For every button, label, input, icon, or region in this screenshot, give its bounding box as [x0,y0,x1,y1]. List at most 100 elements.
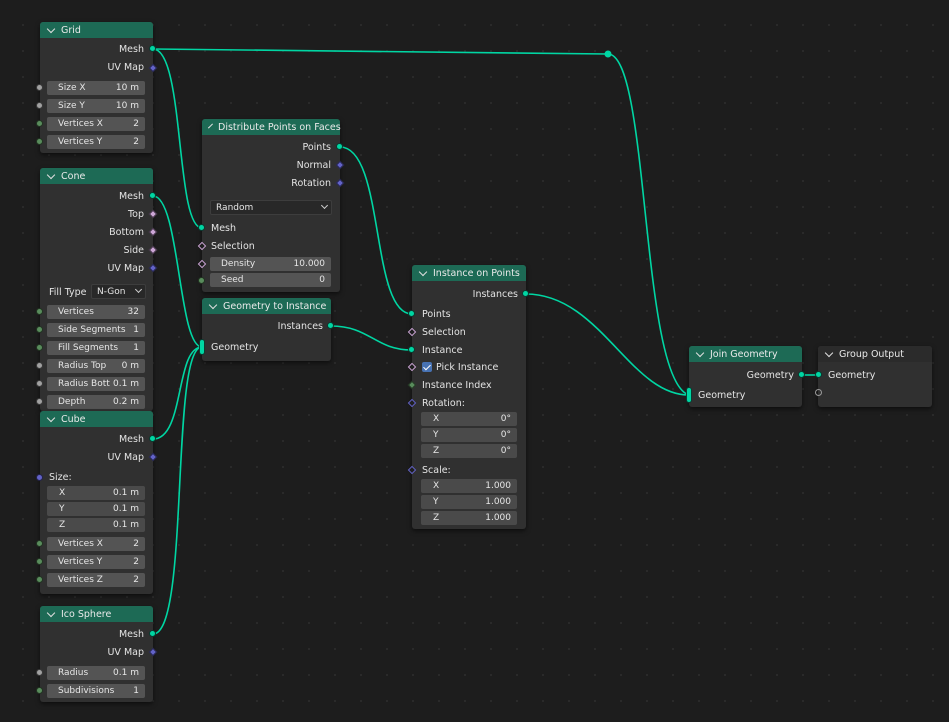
node-header[interactable]: Cube [40,411,153,427]
radius-bottom-field[interactable]: Radius Bott 0.1 m [47,377,145,391]
socket[interactable] [36,102,43,109]
node-cube[interactable]: Cube Mesh UV Map Size: X 0.1 m Y 0.1 m Z 0.… [40,411,153,594]
vertices-x-field[interactable]: Vertices X 2 [47,537,145,551]
socket[interactable] [36,84,43,91]
size-y-field[interactable]: Y 0.1 m [47,502,145,516]
node-header[interactable]: Grid [40,22,153,38]
side-segments-field[interactable]: Side Segments 1 [47,323,145,337]
node-title: Grid [61,24,81,36]
group-output-empty-socket[interactable] [815,389,822,396]
collapse-chevron-icon[interactable] [824,348,834,357]
socket[interactable] [36,120,43,127]
node-header[interactable]: Instance on Points [412,265,526,281]
node-grid[interactable]: Grid Mesh UV Map Size X 10 m Size Y 10 m V… [40,22,153,153]
node-distribute-points[interactable]: Distribute Points on Faces Points Normal… [202,119,341,292]
collapse-chevron-icon[interactable] [208,300,218,309]
density-field[interactable]: Density 10.000 [210,257,331,271]
instance-input-socket[interactable] [408,346,415,353]
fill-segments-field[interactable]: Fill Segments 1 [47,341,145,355]
distribute-mesh-input-socket[interactable] [198,224,205,231]
socket[interactable] [36,540,43,547]
node-header[interactable]: Distribute Points on Faces [202,119,341,135]
vertices-x-field[interactable]: Vertices X 2 [47,117,145,131]
node-ico-sphere[interactable]: Ico Sphere Mesh UV Map Radius 0.1 m Subdi… [40,606,153,702]
node-header[interactable]: Group Output [818,346,932,362]
field-label: Size X [58,83,86,93]
instance-on-points-output-socket[interactable] [522,290,529,297]
node-join-geometry[interactable]: Join Geometry Geometry Geometry [689,346,802,407]
node-header[interactable]: Ico Sphere [40,606,153,622]
socket[interactable] [36,669,43,676]
vertices-y-field[interactable]: Vertices Y 2 [47,135,145,149]
socket[interactable] [36,576,43,583]
distribute-points-socket[interactable] [336,143,343,150]
vertices-y-field[interactable]: Vertices Y 2 [47,555,145,569]
scale-y-field[interactable]: Y 1.000 [421,495,517,509]
socket[interactable] [36,474,43,481]
radius-field[interactable]: Radius 0.1 m [47,666,145,680]
cone-mesh-socket[interactable] [149,192,156,199]
rotation-y-field[interactable]: Y 0° [421,428,517,442]
socket[interactable] [36,558,43,565]
field-value: 0.1 m [113,488,139,498]
socket[interactable] [36,138,43,145]
join-output-socket[interactable] [798,371,805,378]
node-instance-on-points[interactable]: Instance on Points Instances Points Sele… [412,265,526,529]
cube-mesh-socket[interactable] [149,435,156,442]
rotation-z-field[interactable]: Z 0° [421,444,517,458]
depth-field[interactable]: Depth 0.2 m [47,395,145,409]
collapse-chevron-icon[interactable] [46,24,56,33]
node-geometry-to-instance[interactable]: Geometry to Instance Instances Geometry [202,298,331,361]
checkbox-checked-icon[interactable] [422,362,432,372]
node-cone[interactable]: Cone Mesh Top Bottom Side UV Map Fill Ty… [40,168,153,411]
pick-instance-checkbox[interactable]: Pick Instance [422,358,498,376]
scale-z-field[interactable]: Z 1.000 [421,511,517,525]
rotation-label: Rotation: [422,397,465,409]
socket[interactable] [36,398,43,405]
input-label: Instance Index [422,379,492,391]
collapse-chevron-icon[interactable] [46,170,56,179]
size-x-field[interactable]: X 0.1 m [47,486,145,500]
size-y-field[interactable]: Size Y 10 m [47,99,145,113]
socket[interactable] [36,308,43,315]
collapse-chevron-icon[interactable] [46,413,56,422]
group-output-geometry-socket[interactable] [815,371,822,378]
dropdown-value: N-Gon [97,286,126,297]
socket[interactable] [36,362,43,369]
vertices-field[interactable]: Vertices 32 [47,305,145,319]
field-value: 2 [133,119,139,129]
node-header[interactable]: Join Geometry [689,346,802,362]
socket[interactable] [36,380,43,387]
socket[interactable] [198,277,205,284]
field-label: Y [433,430,439,440]
distribute-mode-dropdown[interactable]: Random [210,200,332,215]
join-multi-input-socket[interactable] [686,387,692,403]
grid-mesh-socket[interactable] [149,45,156,52]
collapse-chevron-icon[interactable] [208,123,213,128]
seed-field[interactable]: Seed 0 [210,273,331,287]
scale-x-field[interactable]: X 1.000 [421,479,517,493]
socket[interactable] [36,687,43,694]
field-label: Vertices Y [58,137,103,147]
collapse-chevron-icon[interactable] [695,348,705,357]
socket[interactable] [36,344,43,351]
points-input-socket[interactable] [408,310,415,317]
collapse-chevron-icon[interactable] [46,608,56,617]
size-z-field[interactable]: Z 0.1 m [47,518,145,532]
fill-type-dropdown[interactable]: N-Gon [91,284,146,299]
geo-instance-multi-input-socket[interactable] [199,339,205,355]
rotation-x-field[interactable]: X 0° [421,412,517,426]
node-header[interactable]: Geometry to Instance [202,298,331,314]
field-value: 0° [500,446,511,456]
geo-instance-output-socket[interactable] [327,322,334,329]
dropdown-value: Random [216,202,254,213]
node-group-output[interactable]: Group Output Geometry [818,346,932,407]
ico-mesh-socket[interactable] [149,630,156,637]
radius-top-field[interactable]: Radius Top 0 m [47,359,145,373]
size-x-field[interactable]: Size X 10 m [47,81,145,95]
node-header[interactable]: Cone [40,168,153,184]
vertices-z-field[interactable]: Vertices Z 2 [47,573,145,587]
subdivisions-field[interactable]: Subdivisions 1 [47,684,145,698]
collapse-chevron-icon[interactable] [418,267,428,276]
socket[interactable] [36,326,43,333]
